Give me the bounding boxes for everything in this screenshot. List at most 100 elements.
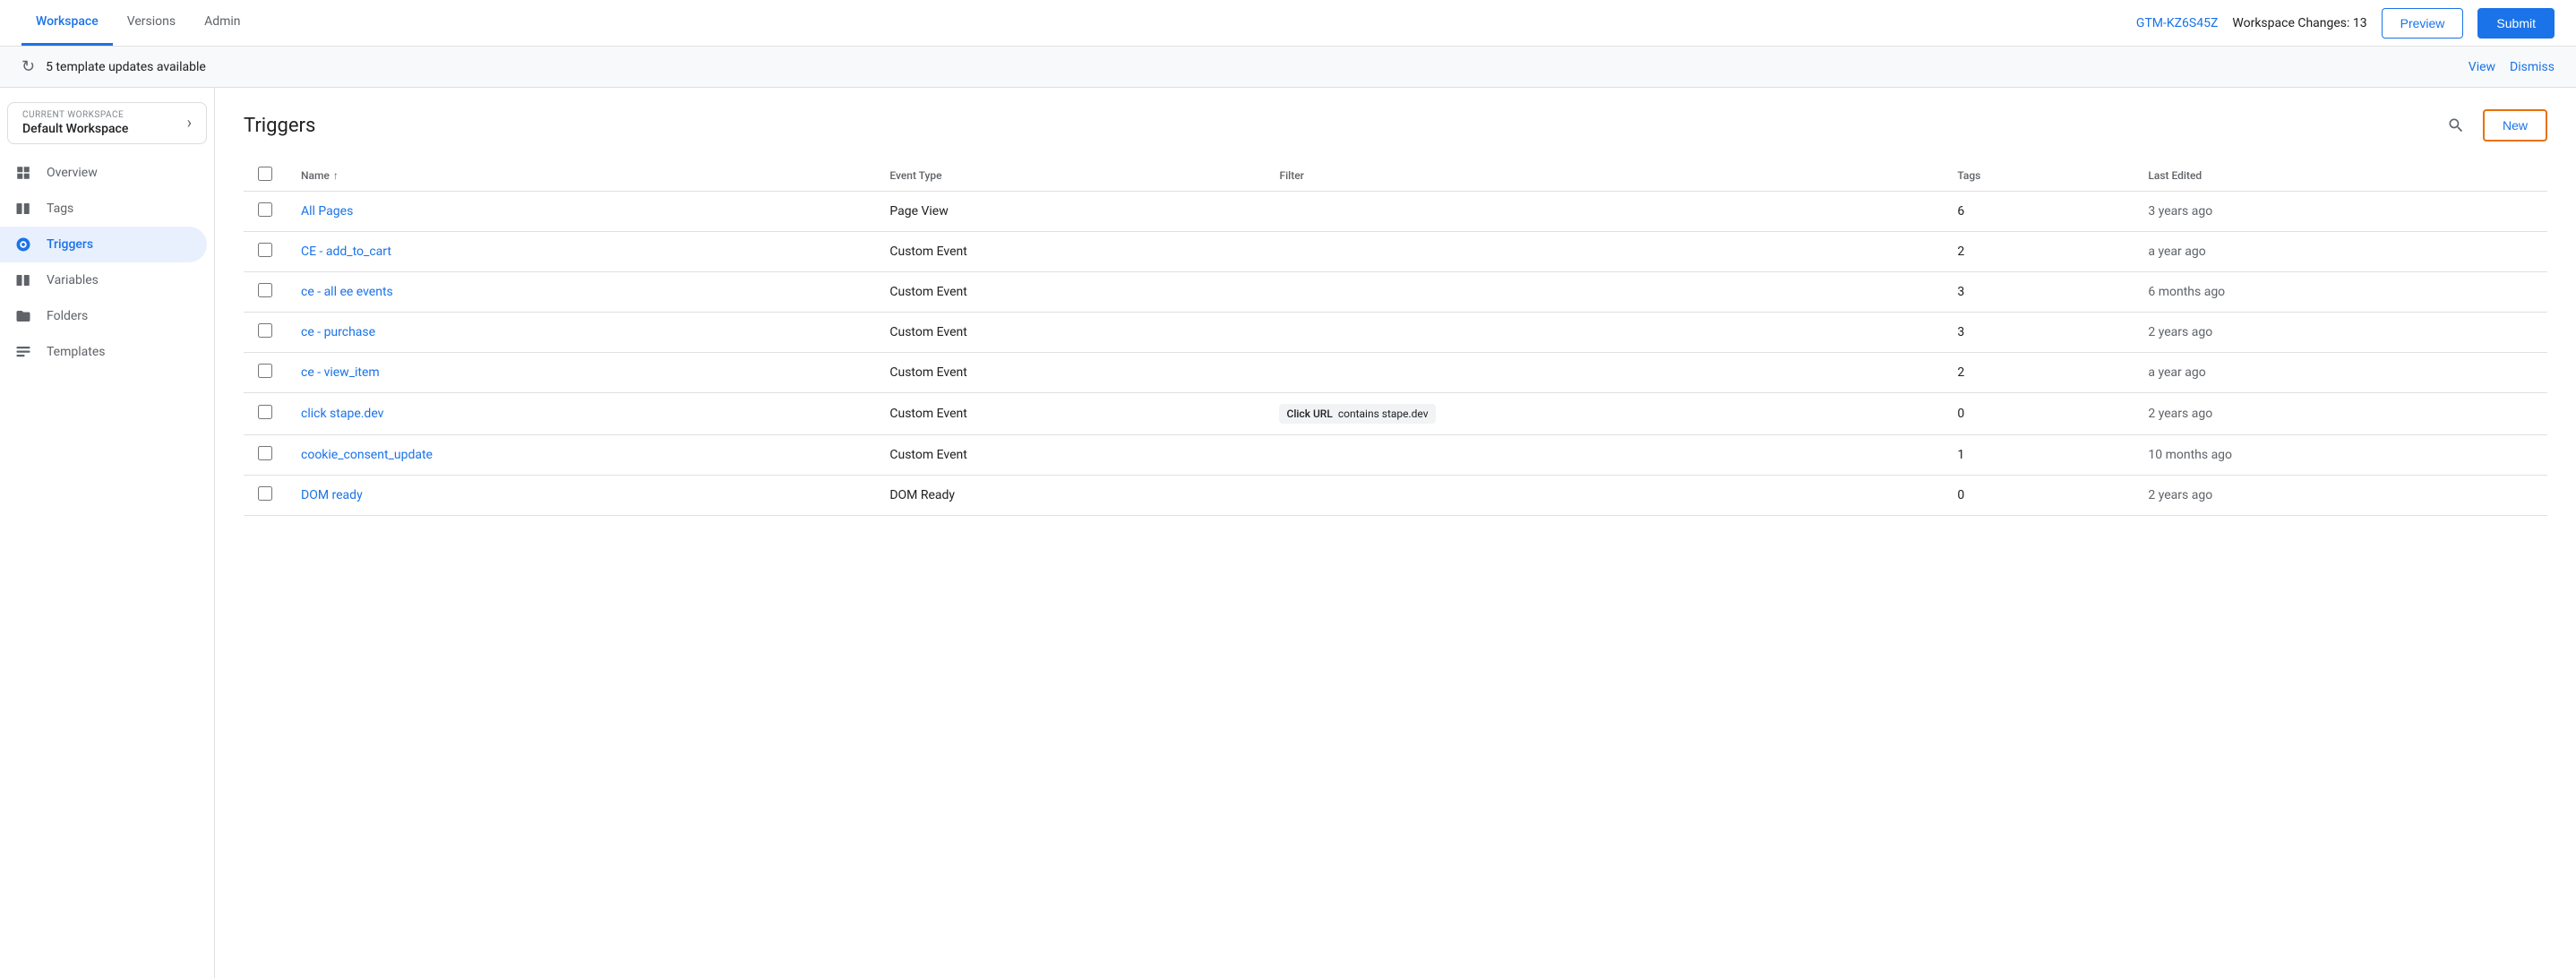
trigger-filter-cell <box>1265 272 1943 313</box>
search-button[interactable] <box>2440 109 2472 142</box>
trigger-event-type: Custom Event <box>875 393 1265 435</box>
row-checkbox[interactable] <box>258 364 272 378</box>
trigger-tags-count: 3 <box>1943 313 2134 353</box>
top-nav: Workspace Versions Admin GTM-KZ6S45Z Wor… <box>0 0 2576 47</box>
table-header-row: Name ↑ Event Type Filter Tags Last Edite… <box>244 159 2547 192</box>
triggers-label: Triggers <box>47 237 93 252</box>
sidebar-item-variables[interactable]: Variables <box>0 262 207 298</box>
sidebar-item-tags[interactable]: Tags <box>0 191 207 227</box>
trigger-event-type: DOM Ready <box>875 476 1265 516</box>
trigger-filter-cell: Click URLcontains stape.dev <box>1265 393 1943 435</box>
tag-icon <box>14 200 32 218</box>
trigger-name-cell: cookie_consent_update <box>287 435 875 476</box>
row-checkbox-cell <box>244 353 287 393</box>
trigger-last-edited: a year ago <box>2134 353 2547 393</box>
tags-label: Tags <box>47 202 73 216</box>
refresh-icon: ↻ <box>21 57 35 76</box>
trigger-last-edited: 2 years ago <box>2134 313 2547 353</box>
trigger-name-link[interactable]: click stape.dev <box>301 407 383 421</box>
trigger-event-type: Custom Event <box>875 435 1265 476</box>
trigger-tags-count: 0 <box>1943 393 2134 435</box>
select-all-checkbox[interactable] <box>258 167 272 181</box>
tab-admin[interactable]: Admin <box>190 0 254 46</box>
main-content: Triggers New Name <box>215 88 2576 978</box>
banner-dismiss-link[interactable]: Dismiss <box>2510 60 2555 74</box>
folder-icon <box>14 307 32 325</box>
trigger-last-edited: 3 years ago <box>2134 192 2547 232</box>
trigger-last-edited: a year ago <box>2134 232 2547 272</box>
trigger-filter-cell <box>1265 232 1943 272</box>
templates-label: Templates <box>47 345 106 359</box>
trigger-event-type: Custom Event <box>875 313 1265 353</box>
filter-key: Click URL <box>1286 408 1332 420</box>
trigger-tags-count: 2 <box>1943 353 2134 393</box>
sort-arrow-icon: ↑ <box>333 169 339 182</box>
trigger-tags-count: 0 <box>1943 476 2134 516</box>
table-row: ce - all ee eventsCustom Event36 months … <box>244 272 2547 313</box>
new-trigger-button[interactable]: New <box>2483 109 2547 142</box>
trigger-name-cell: click stape.dev <box>287 393 875 435</box>
trigger-name-link[interactable]: DOM ready <box>301 488 363 502</box>
template-banner: ↻ 5 template updates available View Dism… <box>0 47 2576 88</box>
trigger-last-edited: 6 months ago <box>2134 272 2547 313</box>
tab-versions[interactable]: Versions <box>113 0 190 46</box>
trigger-name-cell: DOM ready <box>287 476 875 516</box>
table-row: click stape.dev Custom Event Click URLcont… <box>244 393 2547 435</box>
row-checkbox[interactable] <box>258 486 272 501</box>
th-name: Name ↑ <box>287 159 875 192</box>
row-checkbox[interactable] <box>258 323 272 338</box>
trigger-name-link[interactable]: ce - purchase <box>301 325 375 339</box>
gtm-id[interactable]: GTM-KZ6S45Z <box>2136 16 2218 30</box>
sidebar-item-folders[interactable]: Folders <box>0 298 207 334</box>
row-checkbox[interactable] <box>258 243 272 257</box>
trigger-filter-cell <box>1265 192 1943 232</box>
trigger-name-link[interactable]: ce - all ee events <box>301 285 393 299</box>
trigger-filter-cell <box>1265 313 1943 353</box>
trigger-tags-count: 6 <box>1943 192 2134 232</box>
row-checkbox[interactable] <box>258 283 272 297</box>
row-checkbox[interactable] <box>258 446 272 460</box>
template-icon <box>14 343 32 361</box>
trigger-event-type: Custom Event <box>875 232 1265 272</box>
banner-view-link[interactable]: View <box>2469 60 2495 74</box>
page-title: Triggers <box>244 115 315 137</box>
trigger-name-link[interactable]: All Pages <box>301 204 353 219</box>
row-checkbox-cell <box>244 232 287 272</box>
trigger-name-link[interactable]: CE - add_to_cart <box>301 244 391 259</box>
th-tags: Tags <box>1943 159 2134 192</box>
trigger-name-link[interactable]: cookie_consent_update <box>301 448 433 462</box>
preview-button[interactable]: Preview <box>2382 8 2464 39</box>
submit-button[interactable]: Submit <box>2477 8 2555 39</box>
workspace-selector[interactable]: CURRENT WORKSPACE Default Workspace › <box>7 102 207 144</box>
row-checkbox[interactable] <box>258 202 272 217</box>
th-filter: Filter <box>1265 159 1943 192</box>
trigger-event-type: Page View <box>875 192 1265 232</box>
sidebar: CURRENT WORKSPACE Default Workspace › Ov… <box>0 88 215 978</box>
select-all-cell <box>244 159 287 192</box>
sidebar-item-triggers[interactable]: Triggers <box>0 227 207 262</box>
filter-badge: Click URLcontains stape.dev <box>1279 404 1435 424</box>
overview-icon <box>14 164 32 182</box>
trigger-tags-count: 2 <box>1943 232 2134 272</box>
trigger-last-edited: 10 months ago <box>2134 435 2547 476</box>
content-header: Triggers New <box>244 109 2547 142</box>
sidebar-item-templates[interactable]: Templates <box>0 334 207 370</box>
row-checkbox-cell <box>244 435 287 476</box>
workspace-name: Default Workspace <box>22 122 128 136</box>
trigger-filter-cell <box>1265 353 1943 393</box>
trigger-filter-cell <box>1265 435 1943 476</box>
chevron-right-icon: › <box>187 114 192 133</box>
trigger-tags-count: 3 <box>1943 272 2134 313</box>
trigger-name-cell: CE - add_to_cart <box>287 232 875 272</box>
sidebar-item-overview[interactable]: Overview <box>0 155 207 191</box>
tab-workspace[interactable]: Workspace <box>21 0 113 46</box>
trigger-last-edited: 2 years ago <box>2134 476 2547 516</box>
table-row: ce - view_itemCustom Event2a year ago <box>244 353 2547 393</box>
table-row: cookie_consent_updateCustom Event110 mon… <box>244 435 2547 476</box>
row-checkbox[interactable] <box>258 405 272 419</box>
trigger-icon <box>14 236 32 253</box>
trigger-name-cell: ce - view_item <box>287 353 875 393</box>
trigger-name-cell: ce - purchase <box>287 313 875 353</box>
folders-label: Folders <box>47 309 88 323</box>
trigger-name-link[interactable]: ce - view_item <box>301 365 380 380</box>
